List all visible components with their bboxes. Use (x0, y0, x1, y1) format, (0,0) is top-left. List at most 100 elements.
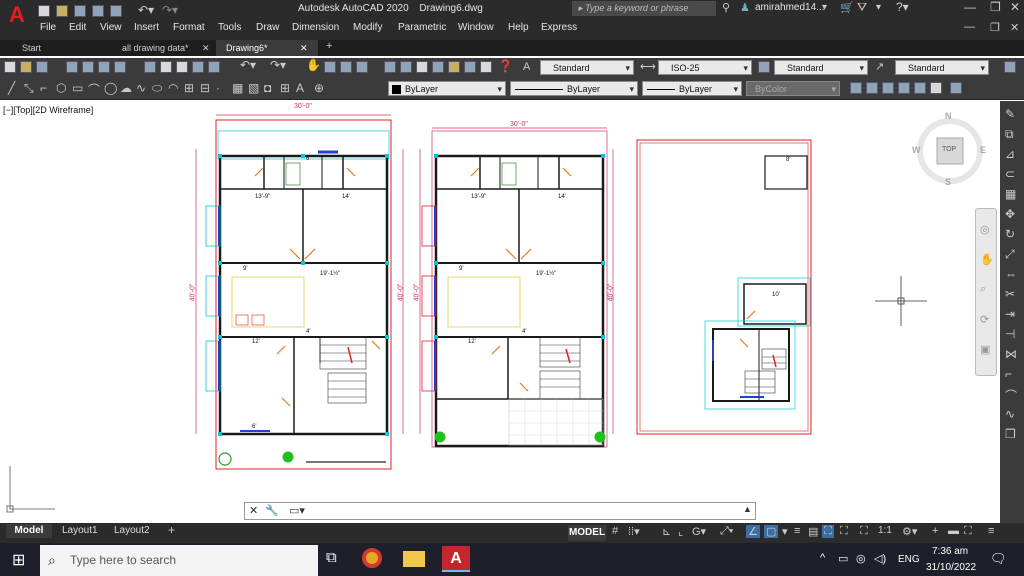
circle-icon[interactable]: ◯ (104, 81, 117, 95)
notifications-icon[interactable]: 🗨 (990, 551, 1007, 567)
customization-icon[interactable]: ≡ (988, 525, 994, 537)
preview-icon[interactable] (82, 61, 94, 73)
new-file-icon[interactable] (38, 5, 50, 17)
osnap-dropdown-icon[interactable]: ▾ (782, 525, 788, 538)
windows-start-icon[interactable]: ⊞ (12, 550, 25, 570)
clock-time[interactable]: 7:36 am (932, 546, 968, 557)
model-space-button[interactable]: MODEL (568, 525, 606, 541)
polar-icon[interactable]: G▾ (692, 525, 706, 538)
annotation-monitor-icon[interactable]: + (932, 525, 938, 537)
polygon-icon[interactable]: ⬡ (56, 81, 66, 95)
stretch-icon[interactable]: ⇔ (1005, 267, 1017, 281)
table-icon[interactable]: ⊞ (280, 81, 290, 95)
task-view-icon[interactable]: ⧉ (326, 549, 337, 566)
network-icon[interactable]: ◎ (856, 552, 866, 565)
redo-icon[interactable]: ↷▾ (162, 3, 178, 17)
menu-parametric[interactable]: Parametric (398, 22, 446, 33)
cart-icon[interactable]: 🛒 (840, 1, 854, 14)
chamfer-icon[interactable]: ⌐ (1005, 367, 1012, 381)
viewcube-top-face[interactable]: TOP (942, 146, 956, 153)
add-selected-icon[interactable]: ⊕ (314, 81, 324, 95)
ellipse-arc-icon[interactable]: ◠ (168, 81, 178, 95)
undo-icon[interactable]: ↶▾ (240, 58, 256, 72)
layer-properties-icon[interactable] (850, 82, 862, 94)
volume-icon[interactable]: ◁) (874, 552, 886, 565)
doc-minimize-button[interactable]: — (964, 21, 975, 33)
tab-layout1[interactable]: Layout1 (62, 524, 98, 538)
autocad-taskbar-icon[interactable]: A (442, 546, 470, 572)
file-explorer-icon[interactable] (403, 551, 425, 567)
calc-icon[interactable] (480, 61, 492, 73)
new-tab-button[interactable]: + (326, 40, 332, 52)
3dprint-icon[interactable] (114, 61, 126, 73)
text-style-dropdown[interactable]: Standard (540, 60, 634, 76)
menu-file[interactable]: File (40, 22, 56, 33)
zoom-extents-icon[interactable]: ⌕ (980, 283, 986, 296)
markup-icon[interactable] (448, 61, 460, 73)
ellipse-icon[interactable]: ⬭ (152, 81, 162, 96)
a360-icon[interactable]: ⛛ (857, 0, 867, 15)
layer-walk-icon[interactable] (930, 82, 942, 94)
properties-icon[interactable] (384, 61, 396, 73)
offset-icon[interactable]: ⊂ (1005, 167, 1015, 181)
annotation-visibility-icon[interactable]: ⛶ (822, 525, 834, 538)
snap-icon[interactable]: ⁞⁞▾ (628, 525, 640, 538)
fullscreen-icon[interactable]: ⛶ (964, 525, 972, 538)
recent-commands-icon[interactable]: ▭▾ (289, 504, 305, 517)
save-icon[interactable] (36, 61, 48, 73)
infer-icon[interactable]: ⊾ (662, 525, 671, 538)
menu-draw[interactable]: Draw (256, 22, 279, 33)
make-block-icon[interactable]: ⊟ (200, 81, 210, 95)
erase-icon[interactable]: ✎ (1005, 107, 1015, 121)
quickcalc-icon[interactable] (464, 61, 476, 73)
arc-icon[interactable]: ⌒ (88, 81, 100, 98)
fillet-icon[interactable]: ⌒ (1005, 387, 1017, 404)
copy-icon[interactable] (160, 61, 172, 73)
linetype-dropdown[interactable]: ByLayer ▾ (510, 81, 638, 96)
add-layout-button[interactable]: + (168, 523, 175, 537)
open-icon[interactable] (20, 61, 32, 73)
close-tab-icon[interactable]: ✕ (202, 40, 210, 56)
doc-close-button[interactable]: ✕ (1010, 21, 1019, 34)
transparency-icon[interactable]: ▤ (808, 525, 818, 538)
hatch-icon[interactable]: ▦ (232, 81, 243, 95)
color-dropdown[interactable]: ByLayer ▾ (388, 81, 506, 96)
user-icon[interactable]: ♟ (740, 1, 750, 14)
paste-icon[interactable] (176, 61, 188, 73)
match-prop-icon[interactable] (192, 61, 204, 73)
menu-insert[interactable]: Insert (134, 22, 159, 33)
lineweight-dropdown[interactable]: ByLayer ▾ (642, 81, 742, 96)
annotation-scale-icon[interactable]: ⛶ (860, 525, 868, 538)
tab-drawing6[interactable]: Drawing6* ✕ (216, 40, 318, 56)
zoom-window-icon[interactable] (340, 61, 352, 73)
mleader-style-dropdown[interactable]: Standard (895, 60, 989, 76)
drawing-canvas[interactable]: [−][Top][2D Wireframe] 30'-0" 40'-0" 40'… (0, 101, 1000, 523)
layer-previous-icon[interactable] (882, 82, 894, 94)
block-editor-icon[interactable] (208, 61, 220, 73)
close-button[interactable]: ✕ (1010, 0, 1020, 14)
open-file-icon[interactable] (56, 5, 68, 17)
sheetset-icon[interactable] (432, 61, 444, 73)
menu-edit[interactable]: Edit (69, 22, 86, 33)
workspace-gear-icon[interactable]: ⚙▾ (902, 525, 917, 538)
scale-icon[interactable]: ⤢ (1005, 247, 1015, 262)
chrome-icon[interactable] (362, 548, 382, 568)
dim-style-dropdown[interactable]: ISO-25 (658, 60, 752, 76)
rotate-icon[interactable]: ↻ (1005, 227, 1015, 241)
menu-express[interactable]: Express (541, 22, 577, 33)
print-icon[interactable] (110, 5, 122, 17)
orbit-icon[interactable]: ⟳ (980, 313, 989, 326)
trim-icon[interactable]: ✂ (1005, 287, 1015, 301)
menu-help[interactable]: Help (508, 22, 529, 33)
workspace-icon[interactable] (1004, 61, 1016, 73)
tray-chevron-icon[interactable]: ^ (820, 552, 825, 564)
search-input[interactable]: ▸ Type a keyword or phrase (572, 1, 716, 16)
mirror-icon[interactable]: ⊿ (1005, 147, 1015, 161)
grid-icon[interactable]: # (612, 525, 618, 537)
menu-modify[interactable]: Modify (353, 22, 382, 33)
polyline-icon[interactable]: ⌐ (40, 81, 47, 95)
plot-icon[interactable] (66, 61, 78, 73)
steering-wheel-icon[interactable]: ◎ (980, 223, 990, 236)
zoom-previous-icon[interactable] (356, 61, 368, 73)
help-icon[interactable]: ❓ (498, 59, 513, 73)
